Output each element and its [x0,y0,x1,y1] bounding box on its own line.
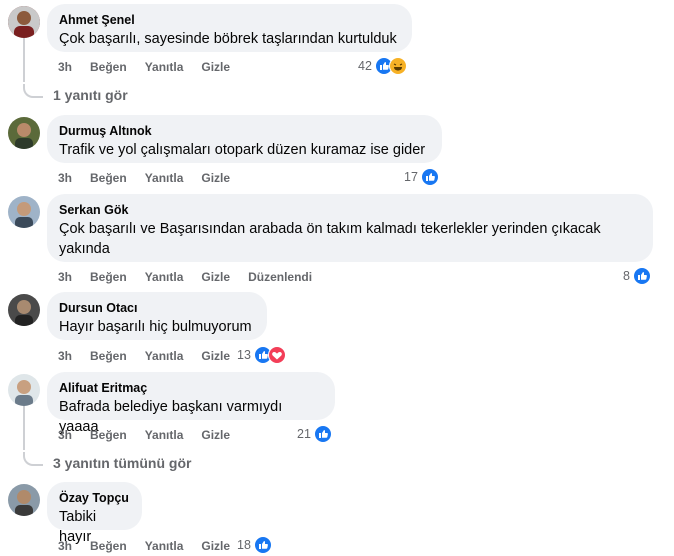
like-button[interactable]: Beğen [90,59,127,75]
like-button[interactable]: Beğen [90,538,127,554]
comment-bubble: Serkan Gök Çok başarılı ve Başarısından … [47,194,653,262]
comment-actions: 3h Beğen Yanıtla Gizle [58,170,248,186]
hide-button[interactable]: Gizle [201,348,230,364]
avatar[interactable] [8,117,40,149]
comment-bubble: Alifuat Eritmaç Bafrada belediye başkanı… [47,372,335,435]
reply-button[interactable]: Yanıtla [145,170,184,186]
reply-button[interactable]: Yanıtla [145,59,184,75]
reaction-summary[interactable]: 42 [358,57,407,75]
edited-label: Düzenlendi [248,270,313,284]
avatar[interactable] [8,294,40,326]
reply-button[interactable]: Yanıtla [145,538,184,554]
love-reaction-icon [267,346,286,364]
hide-button[interactable]: Gizle [201,427,230,443]
comment-text: Hayır başarılı hiç bulmuyorum [59,319,252,335]
comment-text: Trafik ve yol çalışmaları otopark düzen … [59,142,426,158]
timestamp[interactable]: 3h [58,348,72,364]
hide-button[interactable]: Gizle [201,269,230,285]
avatar[interactable] [8,484,40,516]
commenter-name[interactable]: Serkan Gök [59,202,641,218]
timestamp[interactable]: 3h [58,538,72,554]
reaction-count: 8 [623,269,630,283]
commenter-name[interactable]: Dursun Otacı [59,300,255,316]
commenter-name[interactable]: Özay Topçu [59,490,130,506]
reply-button[interactable]: Yanıtla [145,427,184,443]
like-reaction-icon [420,168,439,186]
timestamp[interactable]: 3h [58,59,72,75]
like-button[interactable]: Beğen [90,427,127,443]
commenter-name[interactable]: Alifuat Eritmaç [59,380,323,396]
reply-connector [23,84,43,98]
reaction-summary[interactable]: 17 [404,168,439,186]
comment-actions: 3h Beğen Yanıtla Gizle [58,59,248,75]
reaction-count: 18 [237,538,251,552]
haha-reaction-icon [388,57,407,75]
reply-button[interactable]: Yanıtla [145,348,184,364]
reply-connector [23,452,43,466]
reaction-count: 21 [297,427,311,441]
view-all-replies-link[interactable]: 3 yanıtın tümünü gör [53,454,191,472]
like-reaction-icon [313,425,332,443]
reaction-count: 42 [358,59,372,73]
reaction-summary[interactable]: 18 [237,536,272,554]
thread-line [23,406,25,450]
hide-button[interactable]: Gizle [201,538,230,554]
thread-line [23,38,25,82]
commenter-name[interactable]: Durmuş Altınok [59,123,430,139]
comment-actions: 3h Beğen Yanıtla Gizle [58,538,248,554]
hide-button[interactable]: Gizle [201,59,230,75]
reaction-summary[interactable]: 13 [237,346,286,364]
avatar[interactable] [8,6,40,38]
avatar[interactable] [8,374,40,406]
like-button[interactable]: Beğen [90,348,127,364]
avatar[interactable] [8,196,40,228]
comment-bubble: Ahmet Şenel Çok başarılı, sayesinde böbr… [47,4,412,52]
hide-button[interactable]: Gizle [201,170,230,186]
like-reaction-icon [253,536,272,554]
commenter-name[interactable]: Ahmet Şenel [59,12,400,28]
reply-button[interactable]: Yanıtla [145,269,184,285]
timestamp[interactable]: 3h [58,269,72,285]
comment-actions: 3h Beğen Yanıtla Gizle [58,427,248,443]
comment-text: Çok başarılı ve Başarısından arabada ön … [59,221,601,257]
reaction-summary[interactable]: 21 [297,425,332,443]
like-button[interactable]: Beğen [90,170,127,186]
comment-actions: 3h Beğen Yanıtla Gizle [58,348,248,364]
reaction-count: 13 [237,348,251,362]
like-reaction-icon [632,267,651,285]
comment-text: Çok başarılı, sayesinde böbrek taşlarınd… [59,31,397,47]
comment-bubble: Özay Topçu Tabiki hayır [47,482,142,545]
view-replies-link[interactable]: 1 yanıtı gör [53,86,128,104]
comment-bubble: Dursun Otacı Hayır başarılı hiç bulmuyor… [47,292,267,340]
reaction-summary[interactable]: 8 [623,267,651,285]
timestamp[interactable]: 3h [58,427,72,443]
timestamp[interactable]: 3h [58,170,72,186]
comment-actions: 3h Beğen Yanıtla Gizle Düzenlendi [58,269,330,285]
reaction-count: 17 [404,170,418,184]
comment-bubble: Durmuş Altınok Trafik ve yol çalışmaları… [47,115,442,163]
like-button[interactable]: Beğen [90,269,127,285]
